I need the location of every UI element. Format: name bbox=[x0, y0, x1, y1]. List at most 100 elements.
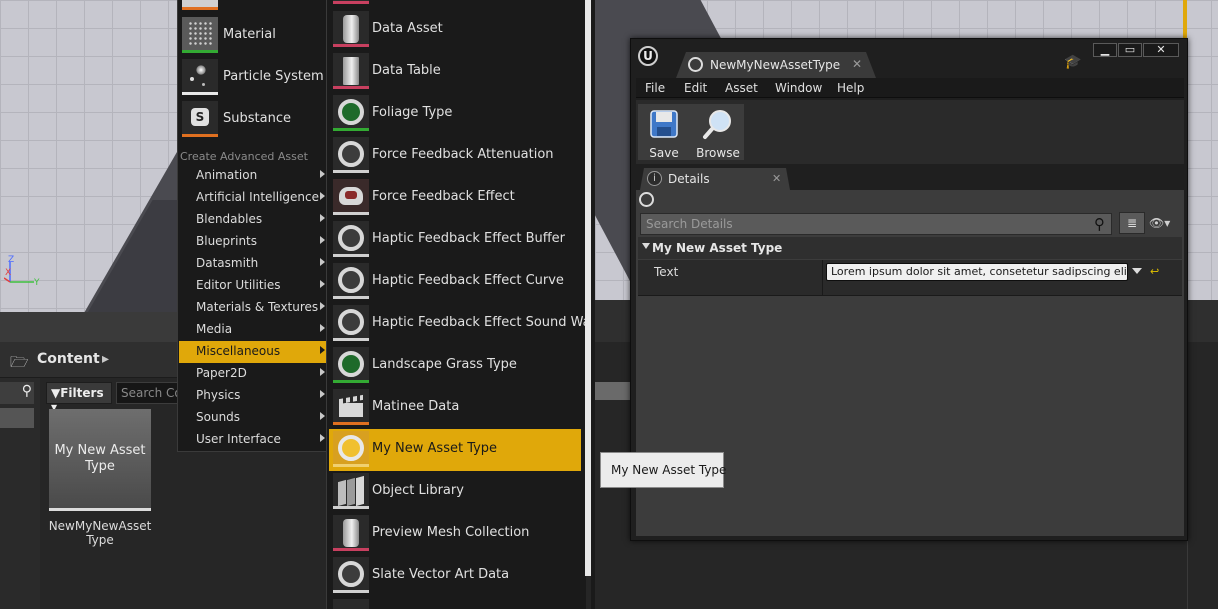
submenu-blueprints[interactable]: Blueprints bbox=[179, 231, 327, 253]
menu-item-clipped-bottom[interactable] bbox=[329, 597, 581, 609]
menu-item-object-library[interactable]: Object Library bbox=[329, 471, 581, 513]
menu-item-slate-vector-art-data[interactable]: Slate Vector Art Data bbox=[329, 555, 581, 597]
menu-item-clipped-top[interactable] bbox=[182, 0, 326, 12]
submenu-scrollbar[interactable] bbox=[585, 0, 591, 576]
force-feedback-effect-icon bbox=[333, 179, 369, 215]
sources-selected-row[interactable] bbox=[0, 408, 34, 428]
tutorial-cap-icon[interactable]: 🎓 bbox=[1064, 54, 1082, 70]
data-asset-icon bbox=[333, 11, 369, 47]
submenu-datasmith[interactable]: Datasmith bbox=[179, 253, 327, 275]
menu-item-label: Force Feedback Effect bbox=[372, 189, 515, 204]
menu-item-label: Matinee Data bbox=[372, 399, 460, 414]
menu-item-label: Data Asset bbox=[372, 21, 443, 36]
submenu-media[interactable]: Media bbox=[179, 319, 327, 341]
submenu-label: Miscellaneous bbox=[196, 344, 281, 358]
asset-document-tab[interactable]: NewMyNewAssetType ✕ bbox=[676, 52, 876, 78]
property-splitter[interactable] bbox=[822, 260, 823, 296]
chevron-down-icon[interactable] bbox=[1132, 268, 1142, 274]
content-browser-header: 🗁 Content ▸ bbox=[0, 342, 180, 378]
unreal-logo-icon: U bbox=[638, 46, 658, 66]
save-button[interactable]: Save bbox=[638, 104, 690, 160]
chevron-right-icon bbox=[320, 214, 325, 222]
browse-button[interactable]: Browse bbox=[692, 104, 744, 160]
menu-item-label: Object Library bbox=[372, 483, 464, 498]
property-matrix-button[interactable]: ≣ bbox=[1119, 212, 1145, 234]
details-tab[interactable]: i Details ✕ bbox=[640, 168, 790, 190]
menu-item-label: Particle System bbox=[223, 69, 324, 84]
submenu-editor-utilities[interactable]: Editor Utilities bbox=[179, 275, 327, 297]
maximize-button[interactable]: ▭ bbox=[1118, 43, 1142, 57]
menu-item-haptic-feedback-effect-curve[interactable]: Haptic Feedback Effect Curve bbox=[329, 261, 581, 303]
submenu-label: Animation bbox=[196, 168, 258, 182]
submenu-label: Datasmith bbox=[196, 256, 259, 270]
submenu-artificial-intelligence[interactable]: Artificial Intelligence bbox=[179, 187, 327, 209]
menu-file[interactable]: File bbox=[645, 81, 665, 95]
search-icon: ⚲ bbox=[21, 383, 32, 399]
menu-item-label: Foliage Type bbox=[372, 105, 453, 120]
submenu-user-interface[interactable]: User Interface bbox=[179, 429, 327, 451]
menu-item-label: Preview Mesh Collection bbox=[372, 525, 530, 540]
submenu-animation[interactable]: Animation bbox=[179, 165, 327, 187]
left-viewport[interactable]: Z X Y bbox=[0, 0, 180, 312]
slate-vector-art-icon bbox=[333, 557, 369, 593]
filters-button[interactable]: ▼Filters ▾ bbox=[46, 382, 112, 414]
menu-item-label: Haptic Feedback Effect Curve bbox=[372, 273, 564, 288]
submenu-label: Materials & Textures bbox=[196, 300, 319, 314]
menu-item-data-table[interactable]: Data Table bbox=[329, 51, 581, 93]
view-options-eye-icon[interactable]: 👁▾ bbox=[1149, 216, 1170, 230]
menu-item-clipped[interactable] bbox=[329, 0, 581, 8]
menu-item-substance[interactable]: S Substance bbox=[182, 100, 326, 140]
minimize-button[interactable]: ▁ bbox=[1093, 43, 1117, 57]
substance-icon: S bbox=[182, 101, 218, 137]
menu-item-label: Data Table bbox=[372, 63, 441, 78]
content-search-input[interactable]: Search Co bbox=[116, 382, 180, 404]
submenu-label: Blendables bbox=[196, 212, 263, 226]
details-search-input[interactable]: Search Details bbox=[640, 213, 1112, 235]
data-table-icon bbox=[333, 53, 369, 89]
menu-item-force-feedback-attenuation[interactable]: Force Feedback Attenuation bbox=[329, 135, 581, 177]
menu-edit[interactable]: Edit bbox=[684, 81, 707, 95]
menu-help[interactable]: Help bbox=[837, 81, 864, 95]
menu-item-my-new-asset-type[interactable]: My New Asset Type bbox=[329, 429, 581, 471]
menu-item-haptic-feedback-effect-sound-wave[interactable]: Haptic Feedback Effect Sound Wave bbox=[329, 303, 586, 345]
haptic-buffer-icon bbox=[333, 221, 369, 257]
details-category-row[interactable]: My New Asset Type bbox=[638, 237, 1182, 259]
menu-item-force-feedback-effect[interactable]: Force Feedback Effect bbox=[329, 177, 581, 219]
chevron-right-icon bbox=[320, 280, 325, 288]
menu-item-landscape-grass-type[interactable]: Landscape Grass Type bbox=[329, 345, 581, 387]
property-text-value-field[interactable]: Lorem ipsum dolor sit amet, consetetur s… bbox=[826, 263, 1128, 281]
menu-item-data-asset[interactable]: Data Asset bbox=[329, 9, 581, 51]
submenu-miscellaneous[interactable]: Miscellaneous bbox=[179, 341, 327, 363]
menu-item-material[interactable]: Material bbox=[182, 16, 326, 56]
close-icon[interactable]: ✕ bbox=[852, 57, 862, 71]
submenu-label: Paper2D bbox=[196, 366, 247, 380]
asset-tile[interactable]: My New Asset Type bbox=[49, 409, 151, 511]
menu-item-haptic-feedback-effect-buffer[interactable]: Haptic Feedback Effect Buffer bbox=[329, 219, 581, 261]
reset-to-default-icon[interactable]: ↩ bbox=[1150, 265, 1159, 278]
path-chevron-icon[interactable]: ▸ bbox=[102, 351, 109, 367]
haptic-sound-wave-icon bbox=[333, 305, 369, 341]
menu-asset[interactable]: Asset bbox=[725, 81, 758, 95]
submenu-sounds[interactable]: Sounds bbox=[179, 407, 327, 429]
preview-mesh-collection-icon bbox=[333, 515, 369, 551]
menu-item-particle-system[interactable]: Particle System bbox=[182, 58, 326, 98]
submenu-paper2d[interactable]: Paper2D bbox=[179, 363, 327, 385]
submenu-label: Blueprints bbox=[196, 234, 258, 248]
menu-item-foliage-type[interactable]: Foliage Type bbox=[329, 93, 581, 135]
submenu-blendables[interactable]: Blendables bbox=[179, 209, 327, 231]
submenu-label: Editor Utilities bbox=[196, 278, 281, 292]
clipped-asset-icon bbox=[333, 599, 369, 609]
close-window-button[interactable]: ✕ bbox=[1143, 43, 1179, 57]
category-label: My New Asset Type bbox=[652, 241, 783, 255]
menu-item-matinee-data[interactable]: Matinee Data bbox=[329, 387, 581, 429]
submenu-physics[interactable]: Physics bbox=[179, 385, 327, 407]
submenu-label: Artificial Intelligence bbox=[196, 190, 319, 204]
asset-tab-title: NewMyNewAssetType bbox=[710, 58, 841, 72]
my-new-asset-type-icon bbox=[333, 431, 369, 467]
menu-window[interactable]: Window bbox=[775, 81, 822, 95]
sources-search[interactable]: ⚲ bbox=[0, 382, 34, 404]
menu-item-preview-mesh-collection[interactable]: Preview Mesh Collection bbox=[329, 513, 581, 555]
close-icon[interactable]: ✕ bbox=[772, 172, 781, 185]
submenu-materials-textures[interactable]: Materials & Textures bbox=[179, 297, 327, 319]
content-path-label[interactable]: Content bbox=[37, 351, 100, 367]
